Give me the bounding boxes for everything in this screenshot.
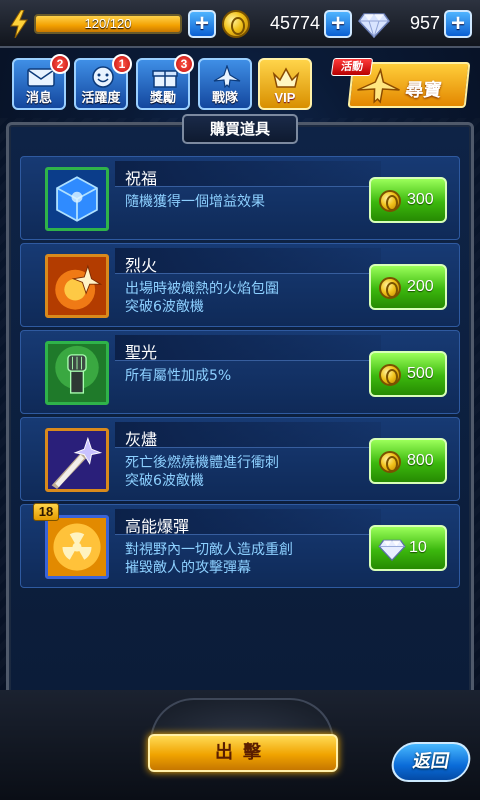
- messages-button[interactable]: 消息 2: [12, 54, 70, 110]
- event-tag: 活動: [330, 58, 374, 76]
- item-price: 10: [409, 539, 427, 556]
- fist-icon: [45, 341, 109, 405]
- activity-button[interactable]: 活躍度 1: [74, 54, 132, 110]
- lightning-icon: [10, 10, 28, 38]
- rewards-label: 獎勵: [149, 91, 176, 106]
- squad-label: 戰隊: [211, 91, 238, 106]
- status-bar: 120/120 + 45774 + 957 +: [0, 0, 480, 48]
- buy-blaze-button[interactable]: 200: [369, 264, 447, 310]
- add-energy-button[interactable]: +: [188, 10, 216, 38]
- add-gems-button[interactable]: +: [444, 10, 472, 38]
- item-description: 死亡後燃燒機體進行衝刺 突破6波敵機: [125, 455, 279, 489]
- buy-blessing-button[interactable]: 300: [369, 177, 447, 223]
- crown-icon: [272, 67, 300, 88]
- rewards-button[interactable]: 獎勵 3: [136, 54, 194, 110]
- coin-icon: [379, 364, 401, 386]
- diamond-icon: [378, 539, 406, 561]
- item-row-blessing: 祝福 隨機獲得一個增益效果 300: [20, 156, 460, 240]
- diamond-icon: [358, 13, 390, 38]
- item-price: 300: [407, 191, 434, 208]
- item-name: 祝福: [125, 169, 158, 188]
- item-description: 隨機獲得一個增益效果: [125, 194, 265, 210]
- item-price: 200: [407, 278, 434, 295]
- item-name: 高能爆彈: [125, 517, 190, 536]
- coin-icon: [222, 10, 250, 38]
- add-coins-button[interactable]: +: [324, 10, 352, 38]
- messages-label: 消息: [25, 91, 52, 106]
- rewards-badge: 3: [174, 54, 194, 74]
- buy-energy-bomb-button[interactable]: 10: [369, 525, 447, 571]
- panel-title: 購買道具: [209, 120, 270, 138]
- squad-button[interactable]: 戰隊: [198, 58, 252, 110]
- item-row-energy-bomb: 18 高能爆彈 對視野內一切敵人造成重創 摧毀敵人的攻擊彈幕 10: [20, 503, 460, 588]
- plus-icon: +: [450, 10, 465, 37]
- coin-icon: [379, 190, 401, 212]
- item-name: 聖光: [125, 343, 158, 362]
- cube-icon: [45, 167, 109, 231]
- item-level-badge: 18: [33, 503, 59, 521]
- vip-button[interactable]: VIP: [258, 58, 312, 110]
- treasure-hunt-label: 尋寶: [404, 80, 443, 101]
- energy-text: 120/120: [84, 16, 132, 31]
- sortie-button[interactable]: 出擊: [148, 734, 338, 772]
- item-price: 800: [407, 452, 434, 469]
- plus-icon: +: [194, 10, 209, 37]
- item-description: 對視野內一切敵人造成重創 摧毀敵人的攻擊彈幕: [125, 542, 293, 576]
- jet-icon: [213, 65, 241, 89]
- buy-holy-light-button[interactable]: 500: [369, 351, 447, 397]
- item-row-ashes: 灰燼 死亡後燃燒機體進行衝刺 突破6波敵機 800: [20, 417, 460, 501]
- item-row-blaze: 烈火 出場時被熾熱的火焰包圍 突破6波敵機 200: [20, 243, 460, 327]
- item-price: 500: [407, 365, 434, 382]
- vip-label: VIP: [274, 90, 296, 105]
- item-description: 出場時被熾熱的火焰包圍 突破6波敵機: [125, 281, 279, 315]
- plus-icon: +: [330, 10, 345, 37]
- item-row-holy-light: 聖光 所有屬性加成5% 500: [20, 330, 460, 414]
- activity-label: 活躍度: [81, 91, 121, 106]
- sortie-label: 出擊: [215, 742, 271, 763]
- radiation-icon: [45, 515, 109, 579]
- panel-title-plate: 購買道具: [182, 114, 298, 144]
- coin-icon: [379, 451, 401, 473]
- item-description: 所有屬性加成5%: [125, 368, 232, 384]
- coin-icon: [379, 277, 401, 299]
- back-button[interactable]: 返回: [388, 742, 474, 782]
- dash-jet-icon: [45, 428, 109, 492]
- energy-bar: 120/120: [34, 14, 182, 34]
- gem-count: 957: [409, 13, 440, 33]
- activity-badge: 1: [112, 54, 132, 74]
- coin-count: 45774: [269, 13, 320, 33]
- item-name: 烈火: [125, 256, 158, 275]
- item-name: 灰燼: [125, 430, 158, 449]
- messages-badge: 2: [50, 54, 70, 74]
- back-label: 返回: [411, 751, 451, 772]
- buy-ashes-button[interactable]: 800: [369, 438, 447, 484]
- flame-jet-icon: [45, 254, 109, 318]
